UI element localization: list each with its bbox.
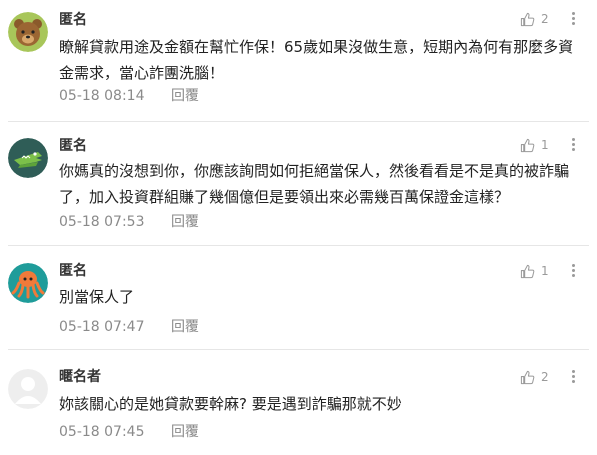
like-count: 2 — [541, 370, 549, 384]
comment-meta: 05-18 08:14 回覆 — [59, 87, 199, 105]
like-button[interactable]: 1 — [520, 136, 549, 154]
comment-author: 匿名 — [59, 263, 87, 279]
reply-button[interactable]: 回覆 — [171, 87, 199, 105]
comment-time: 05-18 07:45 — [59, 424, 145, 440]
like-count: 2 — [541, 12, 549, 26]
comment-text: 你媽真的沒想到你，你應該詢問如何拒絕當保人，然後看看是不是真的被詐騙了，加入投資… — [59, 162, 570, 206]
comment-meta: 05-18 07:45 回覆 — [59, 423, 199, 441]
comment-list: 匿名 2 瞭解貸款用途及金額在幫忙作保！65歲如果沒做生意，短期內為何有那麼多資… — [0, 0, 597, 455]
like-button[interactable]: 2 — [520, 368, 549, 386]
comment-time: 05-18 08:14 — [59, 88, 145, 104]
comment-text: 別當保人了 — [59, 288, 135, 306]
reply-button[interactable]: 回覆 — [171, 318, 199, 336]
more-options-icon[interactable] — [568, 10, 578, 28]
comment-text: 瞭解貸款用途及金額在幫忙作保！65歲如果沒做生意，短期內為何有那麼多資金需求，當… — [59, 38, 574, 82]
like-count: 1 — [541, 264, 549, 278]
comment-author: 匿名 — [59, 12, 87, 28]
comment-item: 匿名 1 你媽真的沒想到你，你應該詢問如何拒絕當保人，然後看看是不是真的被詐騙了… — [0, 122, 597, 246]
reply-button[interactable]: 回覆 — [171, 213, 199, 231]
comment-time: 05-18 07:47 — [59, 319, 145, 335]
comment-time: 05-18 07:53 — [59, 214, 145, 230]
comment-author: 暱名者 — [59, 369, 101, 385]
reply-button[interactable]: 回覆 — [171, 423, 199, 441]
like-button[interactable]: 1 — [520, 262, 549, 280]
thumbs-up-icon — [520, 264, 535, 278]
comment-item: 匿名 2 瞭解貸款用途及金額在幫忙作保！65歲如果沒做生意，短期內為何有那麼多資… — [0, 0, 597, 122]
more-options-icon[interactable] — [568, 136, 578, 154]
comment-item: 暱名者 2 妳該關心的是她貸款要幹麻? 要是遇到詐騙那就不妙 05-18 07:… — [0, 350, 597, 455]
more-options-icon[interactable] — [568, 368, 578, 386]
thumbs-up-icon — [520, 12, 535, 26]
more-options-icon[interactable] — [568, 262, 578, 280]
default-user-avatar[interactable] — [8, 369, 48, 409]
like-button[interactable]: 2 — [520, 10, 549, 28]
comment-author: 匿名 — [59, 138, 87, 154]
comment-item: 匿名 1 別當保人了 05-18 07:47 回覆 — [0, 246, 597, 350]
comment-meta: 05-18 07:53 回覆 — [59, 213, 199, 231]
crocodile-avatar[interactable] — [8, 138, 48, 178]
like-count: 1 — [541, 138, 549, 152]
comment-meta: 05-18 07:47 回覆 — [59, 318, 199, 336]
thumbs-up-icon — [520, 138, 535, 152]
octopus-avatar[interactable] — [8, 263, 48, 303]
bear-avatar[interactable] — [8, 12, 48, 52]
thumbs-up-icon — [520, 370, 535, 384]
comment-text: 妳該關心的是她貸款要幹麻? 要是遇到詐騙那就不妙 — [59, 395, 402, 413]
